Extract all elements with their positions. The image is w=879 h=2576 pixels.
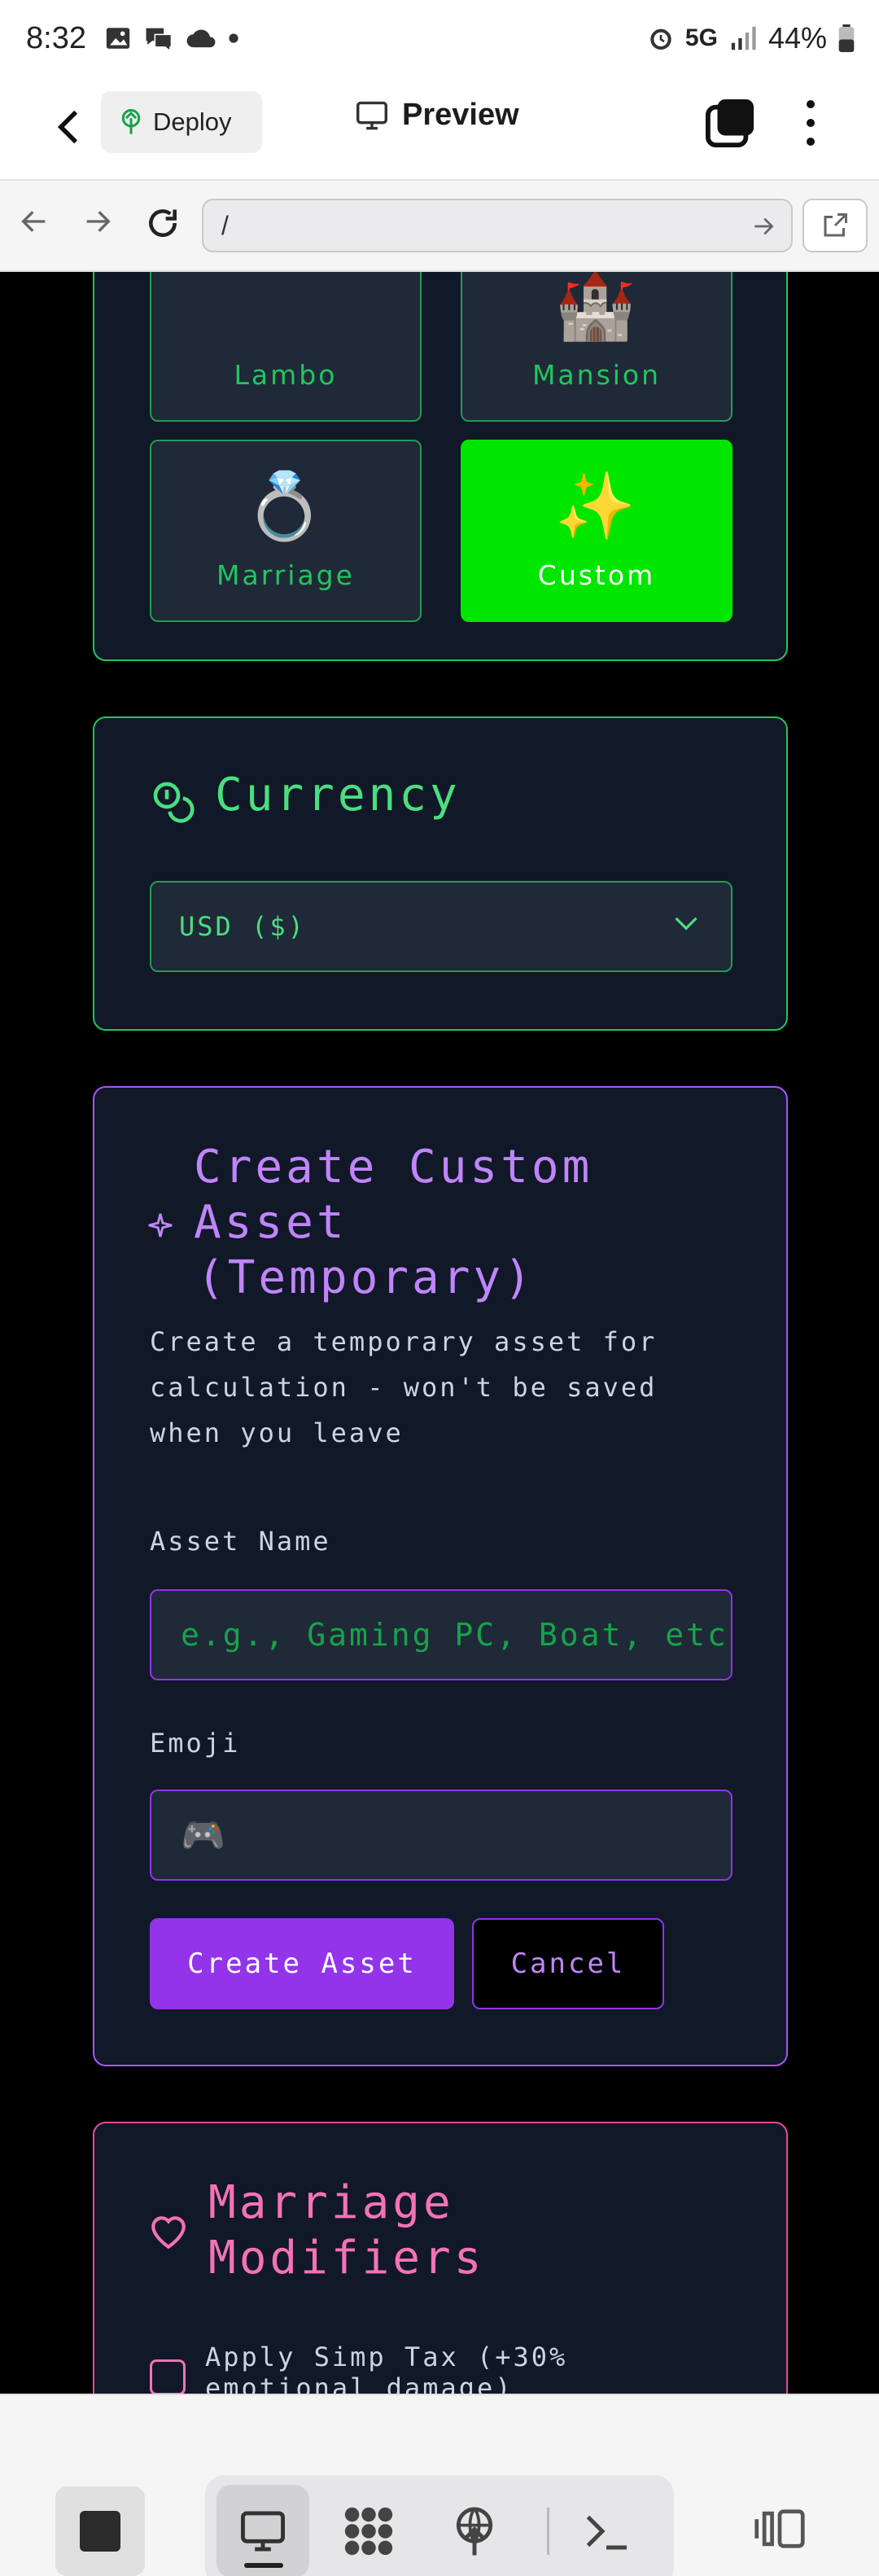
asset-tile-marriage[interactable]: 💍 Marriage — [150, 440, 422, 622]
asset-tile-label: Marriage — [216, 559, 355, 591]
go-arrow-icon[interactable] — [750, 213, 776, 239]
url-text: / — [221, 210, 229, 240]
browser-forward-button[interactable] — [81, 205, 122, 246]
url-input[interactable]: / — [202, 199, 793, 252]
deploy-label: Deploy — [153, 107, 232, 136]
status-time: 8:32 — [26, 21, 86, 55]
deploy-tab-button[interactable] — [428, 2485, 521, 2576]
marriage-modifiers-card: Marriage Modifiers Apply Simp Tax (+30% … — [93, 2122, 788, 2394]
asset-tile-label: Custom — [537, 559, 656, 591]
more-options-button[interactable] — [796, 94, 825, 151]
app-header: Deploy Preview — [0, 81, 879, 181]
arrow-right-icon — [86, 211, 111, 232]
toolbar-nav-group — [205, 2475, 674, 2576]
asset-tile-lambo[interactable]: Lambo — [150, 272, 422, 422]
emoji-label: Emoji — [150, 1728, 241, 1759]
app-content: Lambo 🏰 Mansion 💍 Marriage ✨ Custom Curr… — [0, 272, 879, 2394]
currency-selected-value: USD ($) — [179, 911, 306, 942]
simp-tax-checkbox[interactable] — [150, 2359, 186, 2394]
shell-tab-button[interactable] — [560, 2485, 653, 2576]
workspace-tab-button[interactable] — [322, 2485, 415, 2576]
asset-tile-custom[interactable]: ✨ Custom — [461, 440, 732, 622]
sparkle-icon — [148, 1213, 173, 1238]
bottom-toolbar — [0, 2394, 879, 2576]
reload-button[interactable] — [145, 205, 186, 246]
alarm-icon — [650, 28, 671, 50]
tabs-icon — [705, 99, 754, 148]
cancel-button[interactable]: Cancel — [472, 1918, 664, 2009]
browser-back-button[interactable] — [18, 205, 59, 246]
custom-asset-description: Create a temporary asset for calculation… — [150, 1326, 658, 1448]
open-external-button[interactable] — [802, 199, 868, 252]
ring-icon: 💍 — [243, 468, 328, 544]
network-type: 5G — [684, 24, 718, 51]
home-indicator — [244, 2563, 283, 2568]
url-bar: / — [0, 181, 879, 272]
chevron-left-icon — [57, 110, 78, 144]
monitor-icon — [356, 101, 387, 129]
simp-tax-label[interactable]: Apply Simp Tax (+30% emotional damage) — [205, 2342, 726, 2394]
tabs-button[interactable] — [705, 98, 755, 148]
monitor-icon — [241, 2511, 285, 2552]
external-link-icon — [824, 213, 847, 237]
gallery-icon — [106, 28, 130, 49]
battery-icon — [838, 24, 855, 52]
arrow-left-icon — [21, 211, 46, 232]
stop-button[interactable] — [55, 2486, 145, 2576]
dot-icon — [229, 33, 238, 43]
back-button[interactable] — [44, 103, 93, 151]
asset-tile-label: Lambo — [234, 359, 338, 391]
asset-name-placeholder: e.g., Gaming PC, Boat, etc. — [181, 1617, 732, 1653]
currency-select[interactable]: USD ($) — [150, 881, 732, 972]
custom-asset-card: Create Custom Asset (Temporary) Create a… — [93, 1086, 788, 2066]
currency-card: Currency USD ($) — [93, 716, 788, 1031]
chevron-down-icon — [675, 917, 698, 931]
page-title: Preview — [402, 98, 519, 132]
custom-asset-title: Create Custom Asset (Temporary) — [194, 1141, 593, 1304]
asset-tile-label: Mansion — [531, 359, 662, 391]
panel-toggle-button[interactable] — [747, 2496, 812, 2561]
emoji-input[interactable]: 🎮 — [150, 1790, 732, 1881]
chat-icon — [146, 28, 173, 52]
currency-title: Currency — [215, 769, 461, 821]
create-asset-button[interactable]: Create Asset — [150, 1918, 454, 2009]
status-bar: 8:32 5G 44% — [0, 0, 879, 81]
preview-title: Preview — [355, 98, 519, 133]
asset-name-label: Asset Name — [150, 1526, 331, 1557]
reload-icon — [149, 209, 177, 238]
deploy-button[interactable]: Deploy — [101, 91, 262, 153]
blocks-icon — [344, 2507, 393, 2556]
terminal-icon — [586, 2515, 627, 2550]
globe-upload-icon — [456, 2507, 493, 2556]
castle-icon: 🏰 — [554, 272, 639, 344]
deploy-icon — [121, 108, 141, 134]
stop-icon — [80, 2511, 120, 2552]
asset-selection-card: Lambo 🏰 Mansion 💍 Marriage ✨ Custom — [93, 272, 788, 661]
sidebar-toggle-icon — [754, 2509, 805, 2548]
battery-level: 44% — [767, 21, 827, 55]
asset-name-input[interactable]: e.g., Gaming PC, Boat, etc. — [150, 1589, 732, 1680]
marriage-modifiers-title: Marriage Modifiers — [208, 2176, 485, 2285]
coins-icon — [153, 782, 195, 823]
cloud-icon — [186, 29, 216, 48]
sparkles-icon: ✨ — [554, 468, 639, 544]
heart-icon — [151, 2216, 186, 2250]
asset-tile-mansion[interactable]: 🏰 Mansion — [461, 272, 732, 422]
signal-icon — [731, 26, 756, 50]
emoji-value: 🎮 — [181, 1815, 228, 1856]
